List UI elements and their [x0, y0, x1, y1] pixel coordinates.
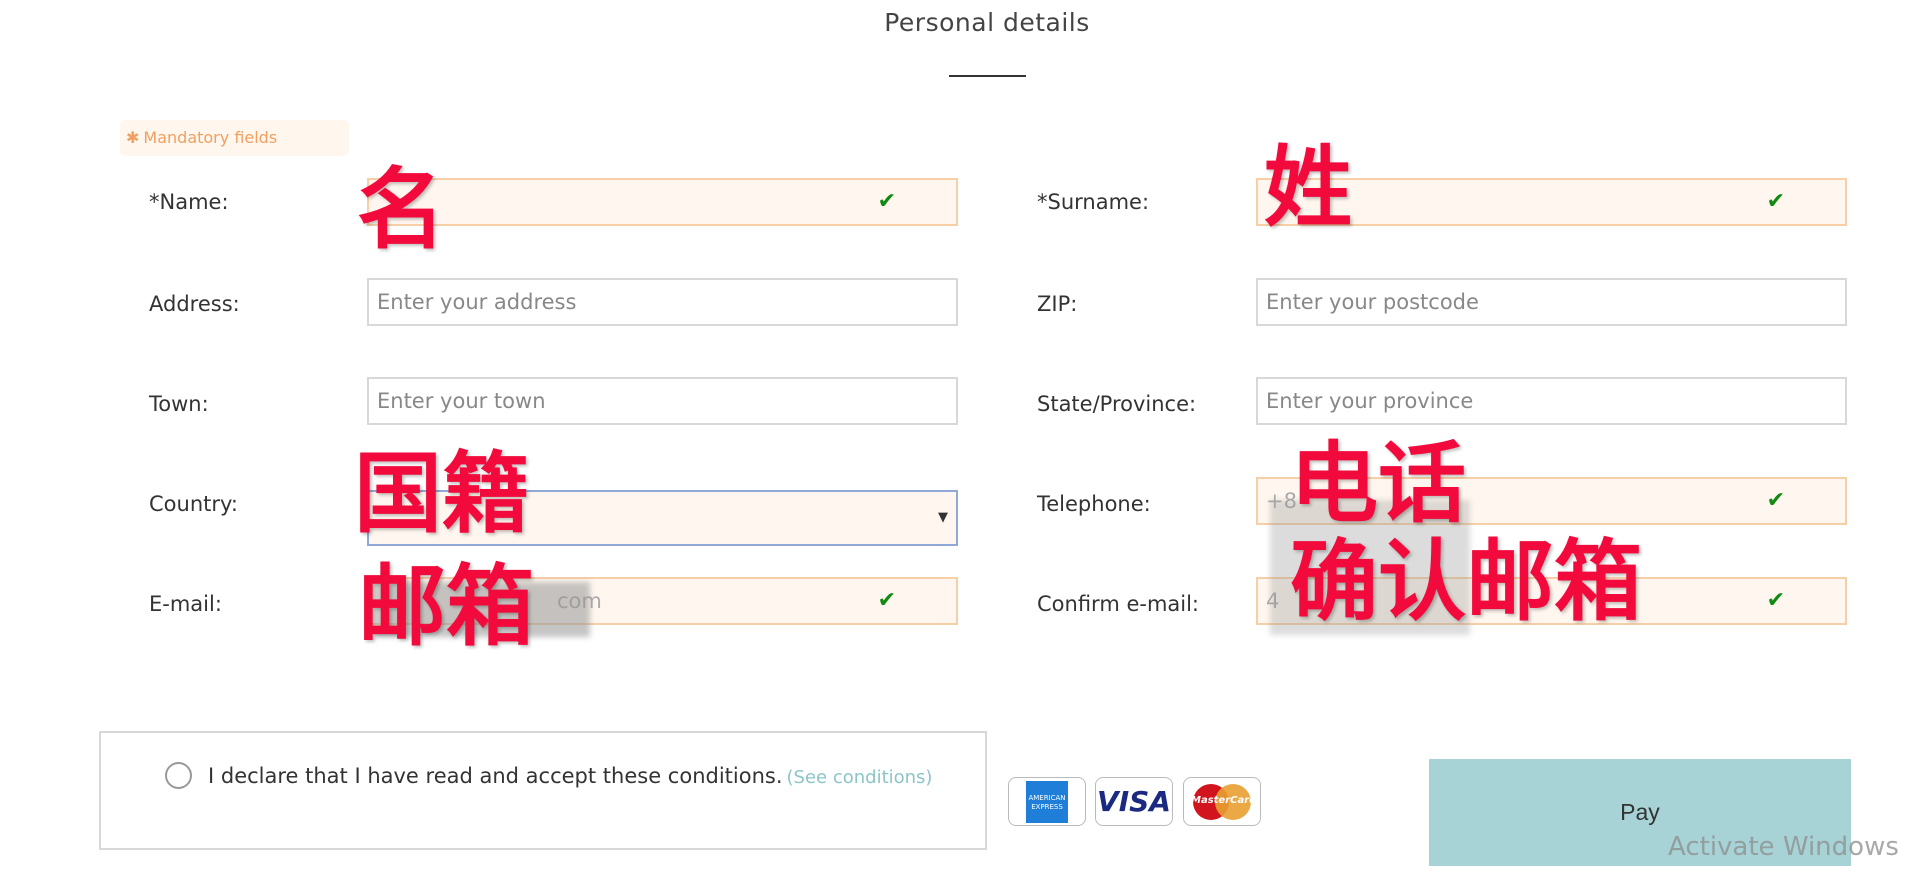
name-input[interactable]: ✔ [367, 178, 958, 226]
mandatory-fields-note: ✱ Mandatory fields [120, 120, 349, 156]
email-label: E-mail: [149, 592, 222, 616]
state-label: State/Province: [1037, 392, 1197, 416]
telephone-label: Telephone: [1037, 492, 1151, 516]
zip-input[interactable]: Enter your postcode [1256, 278, 1847, 326]
check-icon: ✔ [877, 588, 896, 613]
country-label: Country: [149, 492, 238, 516]
check-icon: ✔ [877, 189, 896, 214]
accept-conditions-radio[interactable] [165, 762, 192, 789]
name-label: *Name: [149, 190, 229, 214]
mastercard-text: MasterCard [1191, 794, 1257, 806]
asterisk-icon: ✱ [126, 128, 140, 147]
annotation-surname: 姓 [1264, 136, 1353, 239]
annotation-email: 邮箱 [358, 555, 535, 658]
check-icon: ✔ [1766, 189, 1785, 214]
annotation-telephone: 电话 [1290, 432, 1467, 535]
conditions-text: I declare that I have read and accept th… [208, 764, 932, 788]
annotation-name: 名 [357, 158, 446, 261]
conditions-label: I declare that I have read and accept th… [208, 764, 783, 788]
zip-placeholder: Enter your postcode [1266, 290, 1479, 314]
state-input[interactable]: Enter your province [1256, 377, 1847, 425]
amex-icon: AMERICAN EXPRESS [1008, 777, 1086, 826]
state-placeholder: Enter your province [1266, 389, 1474, 413]
visa-text: VISA [1097, 785, 1171, 818]
visa-icon: VISA [1095, 777, 1173, 826]
address-placeholder: Enter your address [377, 290, 577, 314]
mandatory-label: Mandatory fields [143, 128, 278, 147]
page-title: Personal details [884, 8, 1090, 37]
annotation-country: 国籍 [354, 442, 531, 545]
annotation-confirm-email: 确认邮箱 [1290, 530, 1643, 633]
amex-text: EXPRESS [1031, 802, 1063, 811]
see-conditions-link[interactable]: (See conditions) [787, 767, 933, 788]
surname-label: *Surname: [1037, 190, 1150, 214]
title-underline [949, 75, 1026, 77]
town-input[interactable]: Enter your town [367, 377, 958, 425]
address-label: Address: [149, 292, 240, 316]
mastercard-icon: MasterCard [1183, 777, 1261, 826]
address-input[interactable]: Enter your address [367, 278, 958, 326]
check-icon: ✔ [1766, 488, 1785, 513]
conditions-box [99, 731, 987, 850]
town-placeholder: Enter your town [377, 389, 546, 413]
town-label: Town: [149, 392, 209, 416]
zip-label: ZIP: [1037, 292, 1078, 316]
activate-windows-watermark: Activate Windows [1668, 832, 1899, 862]
check-icon: ✔ [1766, 588, 1785, 613]
confirm-email-label: Confirm e-mail: [1037, 592, 1200, 616]
dropdown-arrow-icon: ▼ [938, 510, 948, 525]
amex-text: AMERICAN [1028, 793, 1066, 802]
